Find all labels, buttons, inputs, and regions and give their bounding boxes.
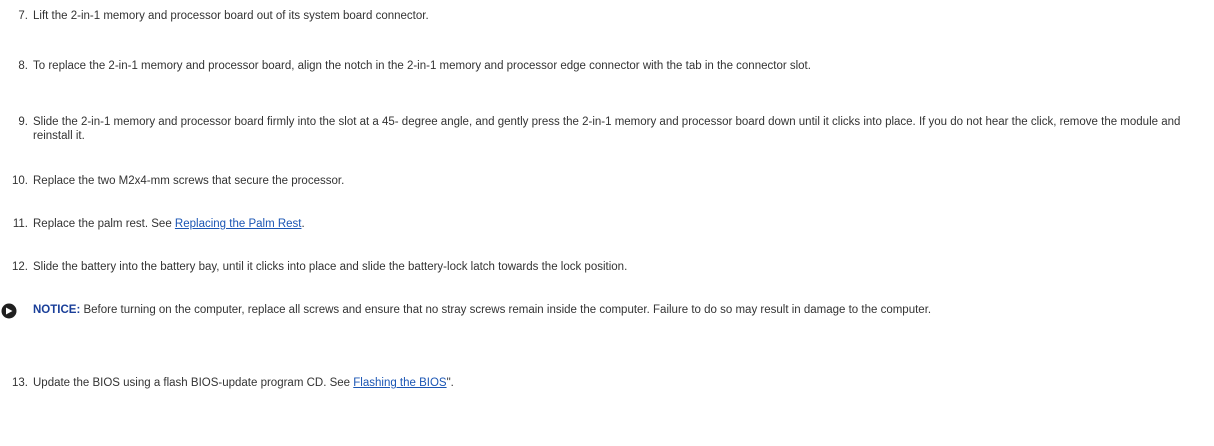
step-number: 7.: [18, 10, 28, 22]
step-number: 13.: [12, 377, 28, 389]
step-text-before: Update the BIOS using a flash BIOS-updat…: [33, 377, 354, 389]
notice-body: Before turning on the computer, replace …: [80, 304, 932, 316]
flashing-bios-link[interactable]: Flashing the BIOS: [353, 377, 446, 389]
step-text: Slide the 2-in-1 memory and processor bo…: [33, 116, 1181, 142]
notice-text: NOTICE: Before turning on the computer, …: [33, 303, 1190, 317]
step-text: Replace the two M2x4-mm screws that secu…: [33, 175, 345, 187]
step-text: Replace the palm rest. See Replacing the…: [33, 217, 1190, 231]
step-number: 8.: [18, 60, 28, 72]
step-text-after: .: [301, 218, 305, 230]
notice-label: NOTICE:: [33, 304, 81, 316]
step-number: 11.: [12, 218, 28, 230]
notice-icon: [1, 303, 17, 319]
step-text-before: Replace the palm rest. See: [33, 218, 175, 230]
step-text: Slide the battery into the battery bay, …: [33, 261, 628, 273]
step-text-after: ".: [446, 377, 454, 389]
step-text: To replace the 2-in-1 memory and process…: [33, 60, 811, 72]
step-text: Lift the 2-in-1 memory and processor boa…: [33, 10, 429, 22]
step-number: 9.: [18, 116, 28, 128]
step-text: Update the BIOS using a flash BIOS-updat…: [33, 376, 1190, 390]
replacing-palm-rest-link[interactable]: Replacing the Palm Rest: [175, 218, 302, 230]
step-number: 10.: [12, 175, 28, 187]
step-number: 12.: [12, 261, 28, 273]
